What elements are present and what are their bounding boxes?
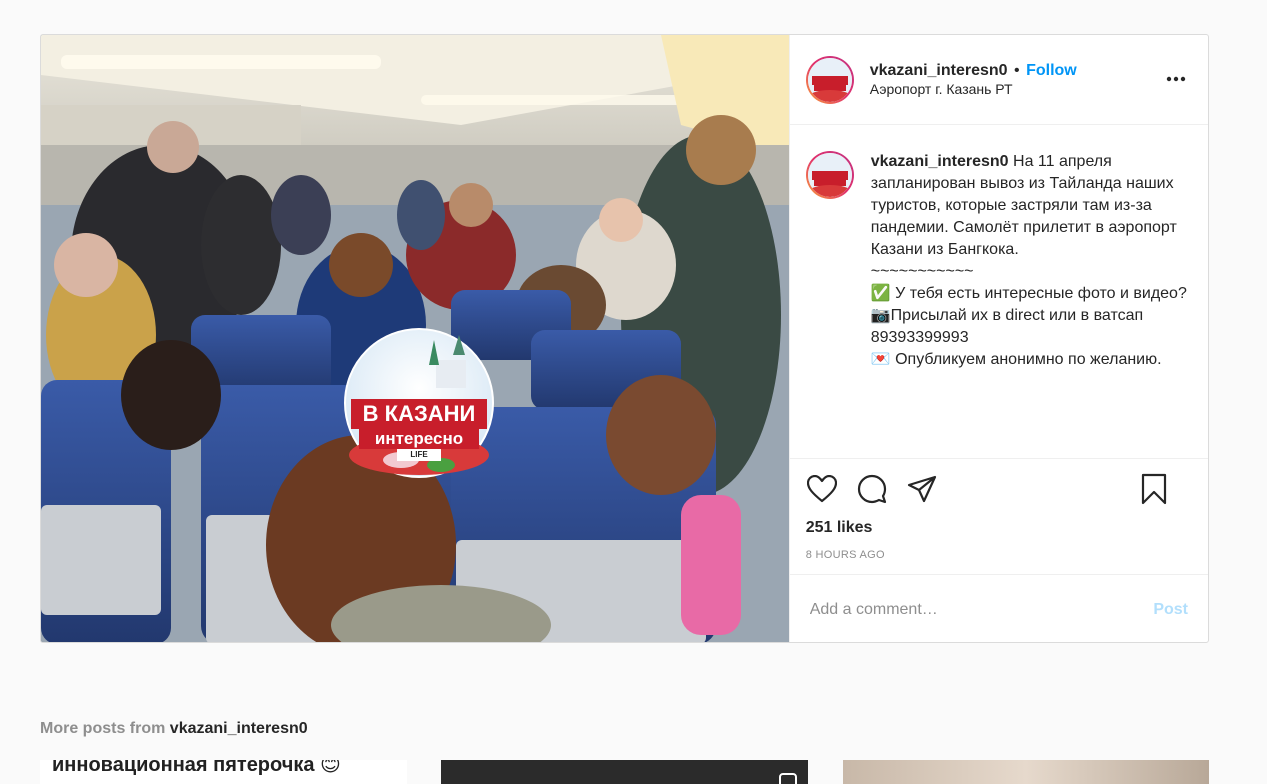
comment-bar: Post — [790, 575, 1208, 642]
video-icon — [779, 773, 797, 784]
more-posts-username[interactable]: vkazani_interesn0 — [170, 720, 308, 737]
heart-icon[interactable] — [806, 473, 838, 505]
avatar[interactable] — [805, 55, 854, 104]
caption-username[interactable]: vkazani_interesn0 — [871, 153, 1009, 170]
more-posts-heading: More posts from vkazani_interesn0 — [40, 720, 308, 738]
share-icon[interactable] — [906, 473, 938, 505]
follow-button[interactable]: Follow — [1026, 62, 1077, 79]
post-comment-button[interactable]: Post — [1153, 601, 1188, 619]
caption-text-block: vkazani_interesn0 На 11 апреля запланиро… — [871, 151, 1192, 458]
thumb-1-text: инновационная пятерочка 😊 — [52, 760, 341, 776]
post-username[interactable]: vkazani_interesn0 — [870, 62, 1008, 79]
caption-text: На 11 апреля запланирован вывоз из Тайла… — [870, 153, 1187, 368]
comment-input[interactable] — [809, 600, 1130, 619]
avatar-image — [807, 57, 852, 102]
brand-logo-icon — [807, 57, 852, 102]
more-post-thumb-3[interactable] — [843, 760, 1209, 784]
post-header: vkazani_interesn0 • Follow Аэропорт г. К… — [789, 35, 1208, 125]
post-sidebar: vkazani_interesn0 • Follow Аэропорт г. К… — [788, 35, 1208, 642]
post-photo[interactable]: В КАЗАНИ интересно LIFE — [41, 35, 789, 642]
logo-line1: В КАЗАНИ — [362, 401, 476, 426]
post-card: В КАЗАНИ интересно LIFE vkazani_interesn… — [40, 34, 1209, 643]
logo-line2: интересно — [374, 429, 464, 448]
comment-icon[interactable] — [856, 473, 888, 505]
more-post-thumb-1[interactable]: инновационная пятерочка 😊 — [40, 760, 407, 784]
caption-avatar[interactable] — [805, 151, 854, 199]
airplane-cabin-image — [41, 35, 789, 642]
more-posts-prefix: More posts from — [40, 720, 170, 737]
post-actions: 251 likes 8 HOURS AGO — [789, 459, 1208, 575]
caption-avatar-image — [807, 153, 852, 197]
brand-logo-icon — [807, 153, 852, 197]
more-post-thumb-2[interactable] — [441, 760, 808, 784]
bookmark-icon[interactable] — [1138, 473, 1170, 505]
post-timestamp[interactable]: 8 HOURS AGO — [806, 549, 1192, 561]
likes-count[interactable]: 251 likes — [806, 519, 1192, 537]
post-location[interactable]: Аэропорт г. Казань РТ — [870, 81, 1077, 99]
post-caption: vkazani_interesn0 На 11 апреля запланиро… — [789, 125, 1208, 459]
separator-dot: • — [1014, 61, 1020, 79]
logo-line3: LIFE — [410, 450, 428, 459]
more-horizontal-icon[interactable] — [1166, 71, 1186, 82]
